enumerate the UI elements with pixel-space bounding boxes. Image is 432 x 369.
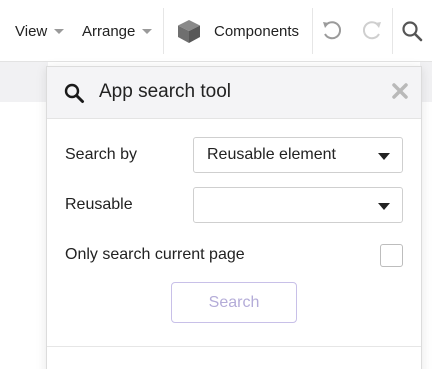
- panel-title: App search tool: [99, 81, 232, 102]
- only-current-page-checkbox[interactable]: [380, 244, 403, 267]
- search-button-label: Search: [208, 293, 260, 311]
- panel-divider: [47, 346, 421, 347]
- reusable-label: Reusable: [65, 196, 133, 213]
- search-icon: [402, 21, 423, 42]
- arrange-menu-label: Arrange: [82, 22, 136, 40]
- toolbar-divider: [392, 8, 393, 54]
- redo-button[interactable]: [358, 17, 386, 45]
- arrange-menu[interactable]: Arrange: [82, 12, 153, 50]
- undo-icon: [323, 21, 342, 40]
- redo-icon: [362, 21, 381, 40]
- dropdown-arrow-icon: [378, 153, 390, 160]
- close-icon: [392, 83, 408, 99]
- canvas-background: [0, 62, 48, 102]
- dropdown-arrow-icon: [378, 203, 390, 210]
- view-menu-label: View: [15, 22, 48, 40]
- panel-header: App search tool: [47, 67, 421, 119]
- undo-button[interactable]: [318, 17, 346, 45]
- search-by-value: Reusable element: [207, 146, 336, 163]
- cube-icon: [178, 20, 200, 43]
- view-caret-icon: [54, 28, 65, 34]
- toolbar-divider: [163, 8, 164, 54]
- components-label: Components: [214, 22, 300, 40]
- reusable-dropdown[interactable]: [193, 187, 403, 223]
- app-search-panel: App search tool Search by Reusable eleme…: [46, 66, 422, 369]
- search-icon: [64, 83, 84, 103]
- arrange-caret-icon: [142, 28, 153, 34]
- view-menu[interactable]: View: [15, 12, 65, 50]
- toolbar-search-button[interactable]: [398, 17, 426, 45]
- only-current-page-label: Only search current page: [65, 246, 245, 263]
- search-by-label: Search by: [65, 146, 138, 163]
- search-by-dropdown[interactable]: Reusable element: [193, 137, 403, 173]
- toolbar-divider: [312, 8, 313, 54]
- components-button[interactable]: Components: [176, 12, 299, 50]
- top-toolbar: View Arrange Components: [0, 0, 432, 62]
- search-button[interactable]: Search: [171, 282, 297, 323]
- close-button[interactable]: [389, 80, 411, 102]
